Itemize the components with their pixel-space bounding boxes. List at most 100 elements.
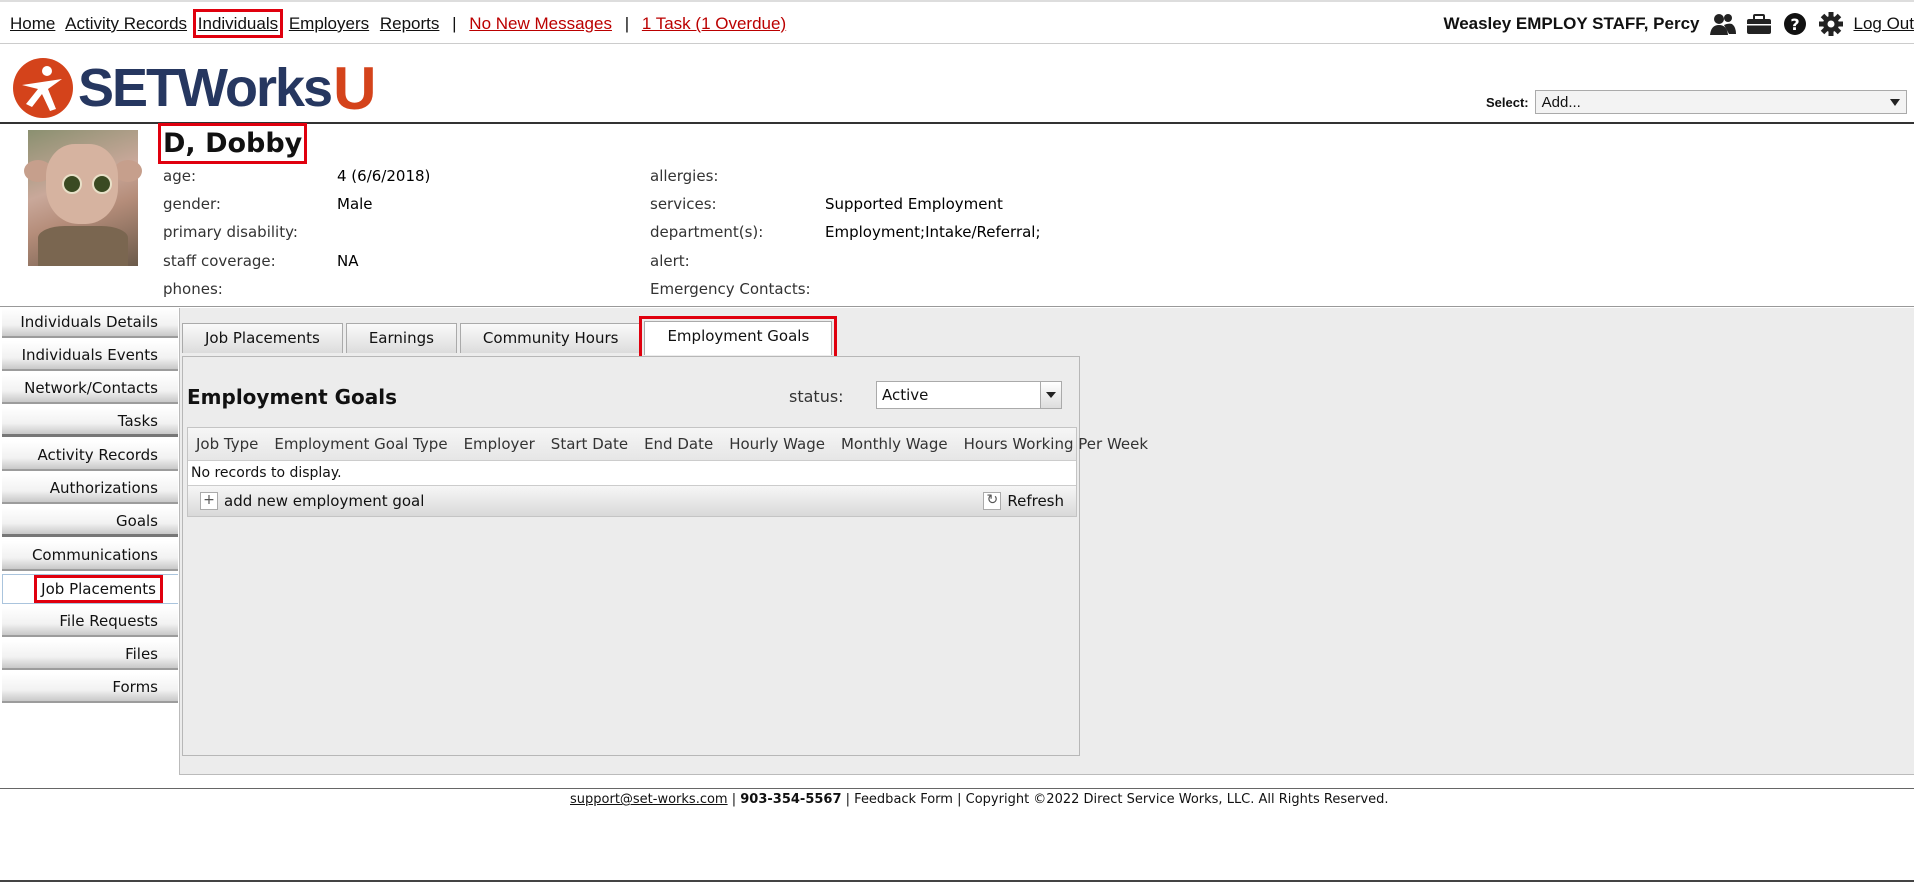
plus-icon: + xyxy=(200,492,218,510)
main-content: Job Placements Earnings Community Hours … xyxy=(179,308,1914,775)
sidebar-item-individuals-events[interactable]: Individuals Events xyxy=(2,341,178,371)
user-area: Weasley EMPLOY STAFF, Percy ? Log Out xyxy=(1443,12,1914,36)
footer: support@set-works.com | 903-354-5567 | F… xyxy=(570,792,1389,807)
add-select-dropdown[interactable]: Add... xyxy=(1534,90,1907,114)
add-employment-goal-button[interactable]: + add new employment goal xyxy=(200,492,424,510)
main-nav: Home Activity Records Individuals Employ… xyxy=(10,9,792,38)
nav-home-link[interactable]: Home xyxy=(10,14,55,33)
tab-community-hours[interactable]: Community Hours xyxy=(459,323,642,353)
top-navigation-bar: Home Activity Records Individuals Employ… xyxy=(0,0,1914,44)
refresh-icon: ↻ xyxy=(983,492,1002,510)
sidebar-item-file-requests[interactable]: File Requests xyxy=(2,607,178,637)
info-label-alert: alert: xyxy=(650,252,690,270)
logo-figure-icon xyxy=(13,58,73,118)
column-header[interactable]: Employer xyxy=(456,428,543,460)
individual-name: D, Dobby xyxy=(157,123,308,164)
feedback-form-link[interactable]: Feedback Form xyxy=(854,792,953,807)
photo-ear-right xyxy=(114,160,142,182)
copyright-text: Copyright ©2022 Direct Service Works, LL… xyxy=(965,792,1389,807)
user-name: Weasley EMPLOY STAFF, Percy xyxy=(1443,14,1700,33)
nav-activity-records-link[interactable]: Activity Records xyxy=(65,14,187,33)
info-value-staff-coverage: NA xyxy=(337,252,359,270)
sidebar-item-activity-records[interactable]: Activity Records xyxy=(2,441,178,471)
sidebar-item-files[interactable]: Files xyxy=(2,640,178,670)
column-header[interactable]: Start Date xyxy=(543,428,636,460)
grid-footer: + add new employment goal ↻ Refresh xyxy=(188,486,1076,516)
footer-separator: | xyxy=(957,792,962,807)
nav-reports-link[interactable]: Reports xyxy=(380,14,440,33)
refresh-label: Refresh xyxy=(1007,492,1064,510)
messages-link[interactable]: No New Messages xyxy=(469,14,612,33)
sidebar-item-individuals-details[interactable]: Individuals Details xyxy=(2,308,178,338)
individual-photo xyxy=(24,130,142,266)
info-value-services: Supported Employment xyxy=(825,195,1003,213)
info-label-emergency-contacts: Emergency Contacts: xyxy=(650,280,811,298)
select-add-control: Select: Add... xyxy=(1486,90,1907,114)
select-label: Select: xyxy=(1486,94,1529,110)
photo-eye-left xyxy=(62,174,82,194)
employment-goals-grid: Job Type Employment Goal Type Employer S… xyxy=(187,427,1148,517)
sidebar-item-goals[interactable]: Goals xyxy=(2,507,178,537)
sidebar-item-job-placements[interactable]: Job Placements xyxy=(2,574,178,604)
panel-title: Employment Goals xyxy=(187,385,398,409)
sidebar-item-job-placements-label: Job Placements xyxy=(34,575,163,603)
column-header[interactable]: Monthly Wage xyxy=(833,428,956,460)
sidebar-item-tasks[interactable]: Tasks xyxy=(2,407,178,437)
nav-separator: | xyxy=(624,14,630,33)
info-label-gender: gender: xyxy=(163,195,221,213)
status-label: status: xyxy=(789,387,844,406)
status-dropdown-value: Active xyxy=(882,386,929,404)
logout-link[interactable]: Log Out xyxy=(1854,14,1914,34)
sidebar-item-authorizations[interactable]: Authorizations xyxy=(2,474,178,504)
status-dropdown[interactable]: Active xyxy=(876,381,1062,409)
info-label-age: age: xyxy=(163,167,196,185)
info-value-age: 4 (6/6/2018) xyxy=(337,167,431,185)
header-divider xyxy=(0,122,1914,124)
support-email-link[interactable]: support@set-works.com xyxy=(570,792,728,807)
column-header[interactable]: Hourly Wage xyxy=(721,428,833,460)
grid-header: Job Type Employment Goal Type Employer S… xyxy=(188,428,1148,461)
photo-body xyxy=(38,226,128,266)
tasks-link[interactable]: 1 Task (1 Overdue) xyxy=(642,14,786,33)
info-label-primary-disability: primary disability: xyxy=(163,223,298,241)
gear-icon[interactable] xyxy=(1818,12,1844,36)
column-header[interactable]: Employment Goal Type xyxy=(266,428,455,460)
sidebar-item-forms[interactable]: Forms xyxy=(2,673,178,703)
chevron-down-icon[interactable] xyxy=(1040,382,1061,408)
add-select-value: Add... xyxy=(1541,94,1581,111)
column-header[interactable]: Hours Working Per Week xyxy=(956,428,1156,460)
no-records-message: No records to display. xyxy=(188,461,1076,486)
logo-wordmark: SETWorks xyxy=(78,58,333,118)
help-icon[interactable]: ? xyxy=(1782,12,1808,36)
setworks-logo[interactable]: SETWorks U xyxy=(12,55,376,122)
tab-job-placements[interactable]: Job Placements xyxy=(182,323,343,353)
footer-separator: | xyxy=(845,792,855,807)
nav-employers-link[interactable]: Employers xyxy=(289,14,369,33)
bottom-border xyxy=(0,880,1914,882)
info-label-phones: phones: xyxy=(163,280,223,298)
sidebar-item-network-contacts[interactable]: Network/Contacts xyxy=(2,374,178,404)
info-value-departments: Employment;Intake/Referral; xyxy=(825,223,1041,241)
support-phone: 903-354-5567 xyxy=(740,792,842,807)
nav-individuals-link[interactable]: Individuals xyxy=(192,9,284,38)
employment-goals-panel: Employment Goals status: Active Job Type… xyxy=(182,356,1148,756)
footer-divider xyxy=(0,788,1914,789)
column-header[interactable]: End Date xyxy=(636,428,721,460)
info-label-staff-coverage: staff coverage: xyxy=(163,252,276,270)
info-value-gender: Male xyxy=(337,195,373,213)
photo-eye-right xyxy=(92,174,112,194)
tab-employment-goals[interactable]: Employment Goals xyxy=(639,316,838,360)
column-header[interactable]: Job Type xyxy=(188,428,266,460)
users-icon[interactable] xyxy=(1709,12,1736,36)
info-label-services: services: xyxy=(650,195,717,213)
add-employment-goal-label: add new employment goal xyxy=(224,492,425,510)
nav-separator: | xyxy=(452,14,457,33)
footer-separator: | xyxy=(731,792,741,807)
refresh-button[interactable]: ↻ Refresh xyxy=(983,492,1064,510)
svg-text:?: ? xyxy=(1790,15,1799,34)
tab-earnings[interactable]: Earnings xyxy=(345,323,457,353)
info-label-allergies: allergies: xyxy=(650,167,719,185)
sidebar-item-communications[interactable]: Communications xyxy=(2,541,178,571)
briefcase-icon[interactable] xyxy=(1746,12,1772,36)
placement-tabs: Job Placements Earnings Community Hours … xyxy=(182,316,838,360)
